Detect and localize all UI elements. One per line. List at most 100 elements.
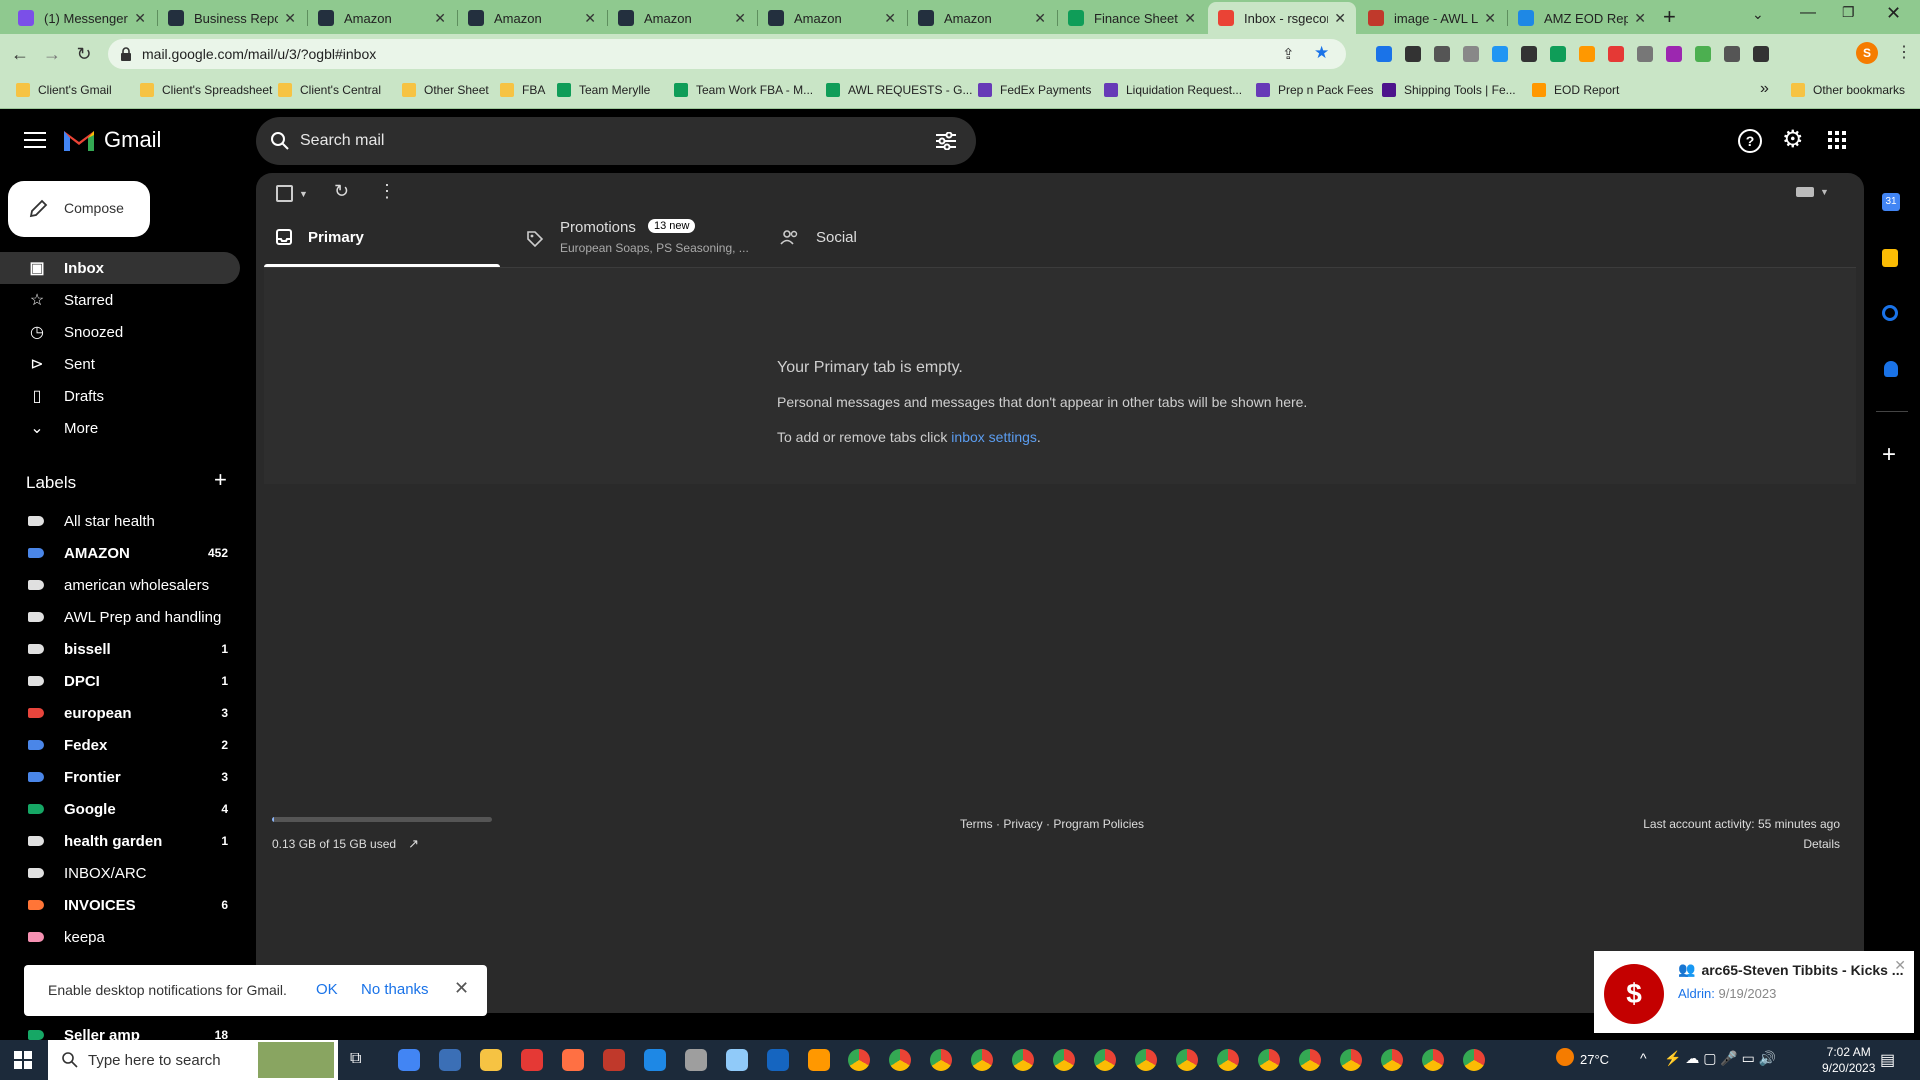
chrome-taskbar-icon[interactable] — [1463, 1049, 1485, 1071]
settings-gear-icon[interactable]: ⚙ — [1782, 125, 1804, 154]
program-policies-link[interactable]: Program Policies — [1053, 817, 1144, 831]
taskbar-search-input[interactable]: Type here to search — [88, 1052, 221, 1069]
chrome-taskbar-icon[interactable] — [1053, 1049, 1075, 1071]
extension-icon[interactable] — [1376, 46, 1392, 62]
close-icon[interactable]: ✕ — [454, 978, 469, 999]
chrome-taskbar-icon[interactable] — [1012, 1049, 1034, 1071]
inbox-settings-link[interactable]: inbox settings — [951, 429, 1037, 445]
chrome-taskbar-icon[interactable] — [1094, 1049, 1116, 1071]
label-item[interactable]: INBOX/ARC — [0, 859, 240, 887]
label-item[interactable]: All star health — [0, 507, 240, 535]
label-item[interactable]: Google 4 — [0, 795, 240, 823]
search-bar[interactable]: Search mail — [256, 117, 976, 165]
chat-notification[interactable]: $ 👥 arc65-Steven Tibbits - Kicks ... Aldr… — [1594, 951, 1914, 1033]
weather-temp[interactable]: 27°C — [1580, 1052, 1609, 1067]
extension-icon[interactable] — [1695, 46, 1711, 62]
chrome-taskbar-icon[interactable] — [1258, 1049, 1280, 1071]
extension-icon[interactable] — [1492, 46, 1508, 62]
chrome-taskbar-icon[interactable] — [1422, 1049, 1444, 1071]
chrome-menu-icon[interactable]: ⋮ — [1896, 42, 1912, 62]
chrome-profile-avatar[interactable]: S — [1856, 42, 1878, 64]
taskbar-app-icon[interactable] — [726, 1049, 748, 1071]
extension-icon[interactable] — [1405, 46, 1421, 62]
action-center-icon[interactable]: ▤ — [1880, 1050, 1895, 1070]
bookmark-star-icon[interactable]: ★ — [1314, 43, 1329, 63]
apps-grid-icon[interactable] — [1828, 131, 1846, 149]
windows-start-icon[interactable] — [14, 1051, 32, 1069]
details-link[interactable]: Details — [1643, 837, 1840, 851]
extension-icon[interactable] — [1463, 46, 1479, 62]
tab-primary[interactable]: Primary — [264, 215, 500, 267]
extension-icon[interactable] — [1666, 46, 1682, 62]
clock[interactable]: 7:02 AM 9/20/2023 — [1822, 1044, 1875, 1076]
chrome-taskbar-icon[interactable] — [848, 1049, 870, 1071]
label-item[interactable]: Fedex 2 — [0, 731, 240, 759]
extension-icon[interactable] — [1579, 46, 1595, 62]
notification-no-thanks-button[interactable]: No thanks — [361, 981, 429, 998]
chrome-taskbar-icon[interactable] — [1176, 1049, 1198, 1071]
label-item[interactable]: Frontier 3 — [0, 763, 240, 791]
weather-icon[interactable] — [1556, 1048, 1574, 1066]
bookmark-item[interactable]: Team Work FBA - M... — [674, 83, 813, 97]
label-item[interactable]: european 3 — [0, 699, 240, 727]
label-item[interactable]: bissell 1 — [0, 635, 240, 663]
close-tab-icon[interactable]: ✕ — [884, 10, 896, 27]
chrome-taskbar-icon[interactable] — [930, 1049, 952, 1071]
label-item[interactable]: keepa — [0, 923, 240, 951]
taskbar-app-icon[interactable] — [808, 1049, 830, 1071]
terms-link[interactable]: Terms — [960, 817, 993, 831]
bookmark-item[interactable]: Liquidation Request... — [1104, 83, 1242, 97]
nav-item-snoozed[interactable]: ◷ Snoozed — [0, 316, 240, 348]
nav-item-drafts[interactable]: ▯ Drafts — [0, 380, 240, 412]
browser-tab[interactable]: Inbox - rsgecom ✕ — [1208, 2, 1356, 34]
browser-tab[interactable]: AMZ EOD Repo ✕ — [1508, 4, 1656, 32]
address-bar[interactable]: mail.google.com/mail/u/3/?ogbl#inbox ⇪ ★ — [108, 39, 1346, 69]
chrome-taskbar-icon[interactable] — [1135, 1049, 1157, 1071]
close-tab-icon[interactable]: ✕ — [134, 10, 146, 27]
taskbar-app-icon[interactable] — [644, 1049, 666, 1071]
bookmark-item[interactable]: FBA — [500, 83, 545, 97]
more-actions-icon[interactable]: ⋮ — [378, 181, 396, 202]
privacy-link[interactable]: Privacy — [1003, 817, 1042, 831]
nav-item-more[interactable]: ⌄ More — [0, 412, 240, 444]
restore-icon[interactable]: ❐ — [1842, 4, 1855, 21]
close-tab-icon[interactable]: ✕ — [734, 10, 746, 27]
calendar-icon[interactable]: 31 — [1882, 193, 1900, 211]
browser-tab[interactable]: Amazon ✕ — [308, 4, 456, 32]
browser-tab[interactable]: (1) Messenger ✕ — [8, 4, 156, 32]
taskbar-search-box[interactable]: Type here to search — [48, 1040, 338, 1080]
taskbar-app-icon[interactable] — [767, 1049, 789, 1071]
forward-icon[interactable]: → — [40, 42, 64, 66]
notification-ok-button[interactable]: OK — [316, 981, 338, 998]
close-tab-icon[interactable]: ✕ — [1184, 10, 1196, 27]
bookmarks-overflow-icon[interactable]: » — [1760, 80, 1769, 98]
input-tools-icon[interactable]: ▼ — [1796, 187, 1829, 197]
add-label-icon[interactable]: + — [214, 467, 227, 493]
task-view-icon[interactable]: ⧉ — [350, 1050, 361, 1068]
close-window-icon[interactable]: ✕ — [1886, 3, 1901, 24]
bookmark-item[interactable]: AWL REQUESTS - G... — [826, 83, 972, 97]
compose-button[interactable]: Compose — [8, 181, 150, 237]
label-item[interactable]: DPCI 1 — [0, 667, 240, 695]
bookmark-item[interactable]: FedEx Payments — [978, 83, 1091, 97]
tab-promotions[interactable]: Promotions 13 new European Soaps, PS Sea… — [518, 215, 754, 267]
close-tab-icon[interactable]: ✕ — [1634, 10, 1646, 27]
extension-icon[interactable] — [1753, 46, 1769, 62]
get-addons-icon[interactable]: + — [1882, 441, 1896, 469]
nav-item-starred[interactable]: ☆ Starred — [0, 284, 240, 316]
chrome-taskbar-icon[interactable] — [1217, 1049, 1239, 1071]
close-tab-icon[interactable]: ✕ — [434, 10, 446, 27]
contacts-icon[interactable] — [1884, 361, 1898, 377]
browser-tab[interactable]: Amazon ✕ — [608, 4, 756, 32]
reload-icon[interactable]: ↻ — [72, 42, 96, 66]
bookmark-item[interactable]: Shipping Tools | Fe... — [1382, 83, 1516, 97]
browser-tab[interactable]: Finance Sheet - ✕ — [1058, 4, 1206, 32]
extension-icon[interactable] — [1550, 46, 1566, 62]
browser-tab[interactable]: Amazon ✕ — [458, 4, 606, 32]
select-all-checkbox[interactable]: ▼ — [276, 185, 308, 202]
bookmark-item[interactable]: Prep n Pack Fees — [1256, 83, 1373, 97]
extension-icon[interactable] — [1521, 46, 1537, 62]
label-item[interactable]: INVOICES 6 — [0, 891, 240, 919]
tab-search-icon[interactable]: ⌄ — [1752, 6, 1764, 23]
bookmark-item[interactable]: Client's Spreadsheet — [140, 83, 272, 97]
